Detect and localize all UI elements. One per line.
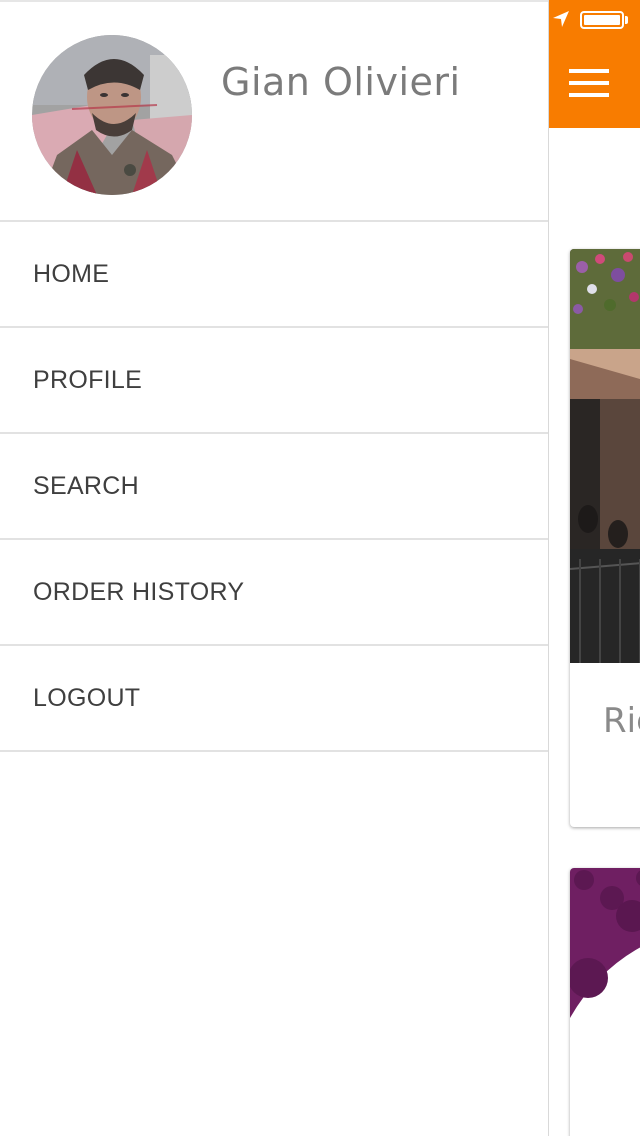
restaurant-card[interactable]	[570, 868, 640, 1136]
app-screen: Gian Olivieri HOME PROFILE SEARCH ORDER …	[0, 0, 640, 1136]
drawer-menu: HOME PROFILE SEARCH ORDER HISTORY LOGOUT	[0, 222, 548, 752]
menu-item-home[interactable]: HOME	[0, 222, 548, 328]
location-arrow-icon	[553, 11, 569, 27]
hamburger-icon[interactable]	[569, 69, 609, 99]
menu-item-profile[interactable]: PROFILE	[0, 328, 548, 434]
battery-tip	[625, 16, 628, 24]
side-drawer: Gian Olivieri HOME PROFILE SEARCH ORDER …	[0, 0, 549, 1136]
main-content: Ric	[549, 0, 640, 1136]
card-image	[570, 249, 640, 663]
top-bar	[549, 0, 640, 128]
menu-item-order-history[interactable]: ORDER HISTORY	[0, 540, 548, 646]
menu-item-search[interactable]: SEARCH	[0, 434, 548, 540]
drawer-header: Gian Olivieri	[0, 0, 548, 222]
card-title: Ric	[603, 701, 640, 741]
card-image	[570, 868, 640, 1136]
avatar-photo	[32, 35, 192, 195]
user-name: Gian Olivieri	[221, 60, 461, 104]
restaurant-card[interactable]: Ric	[570, 249, 640, 827]
avatar[interactable]	[32, 35, 192, 195]
menu-item-logout[interactable]: LOGOUT	[0, 646, 548, 752]
battery-icon	[580, 11, 624, 29]
battery-level	[584, 15, 620, 25]
